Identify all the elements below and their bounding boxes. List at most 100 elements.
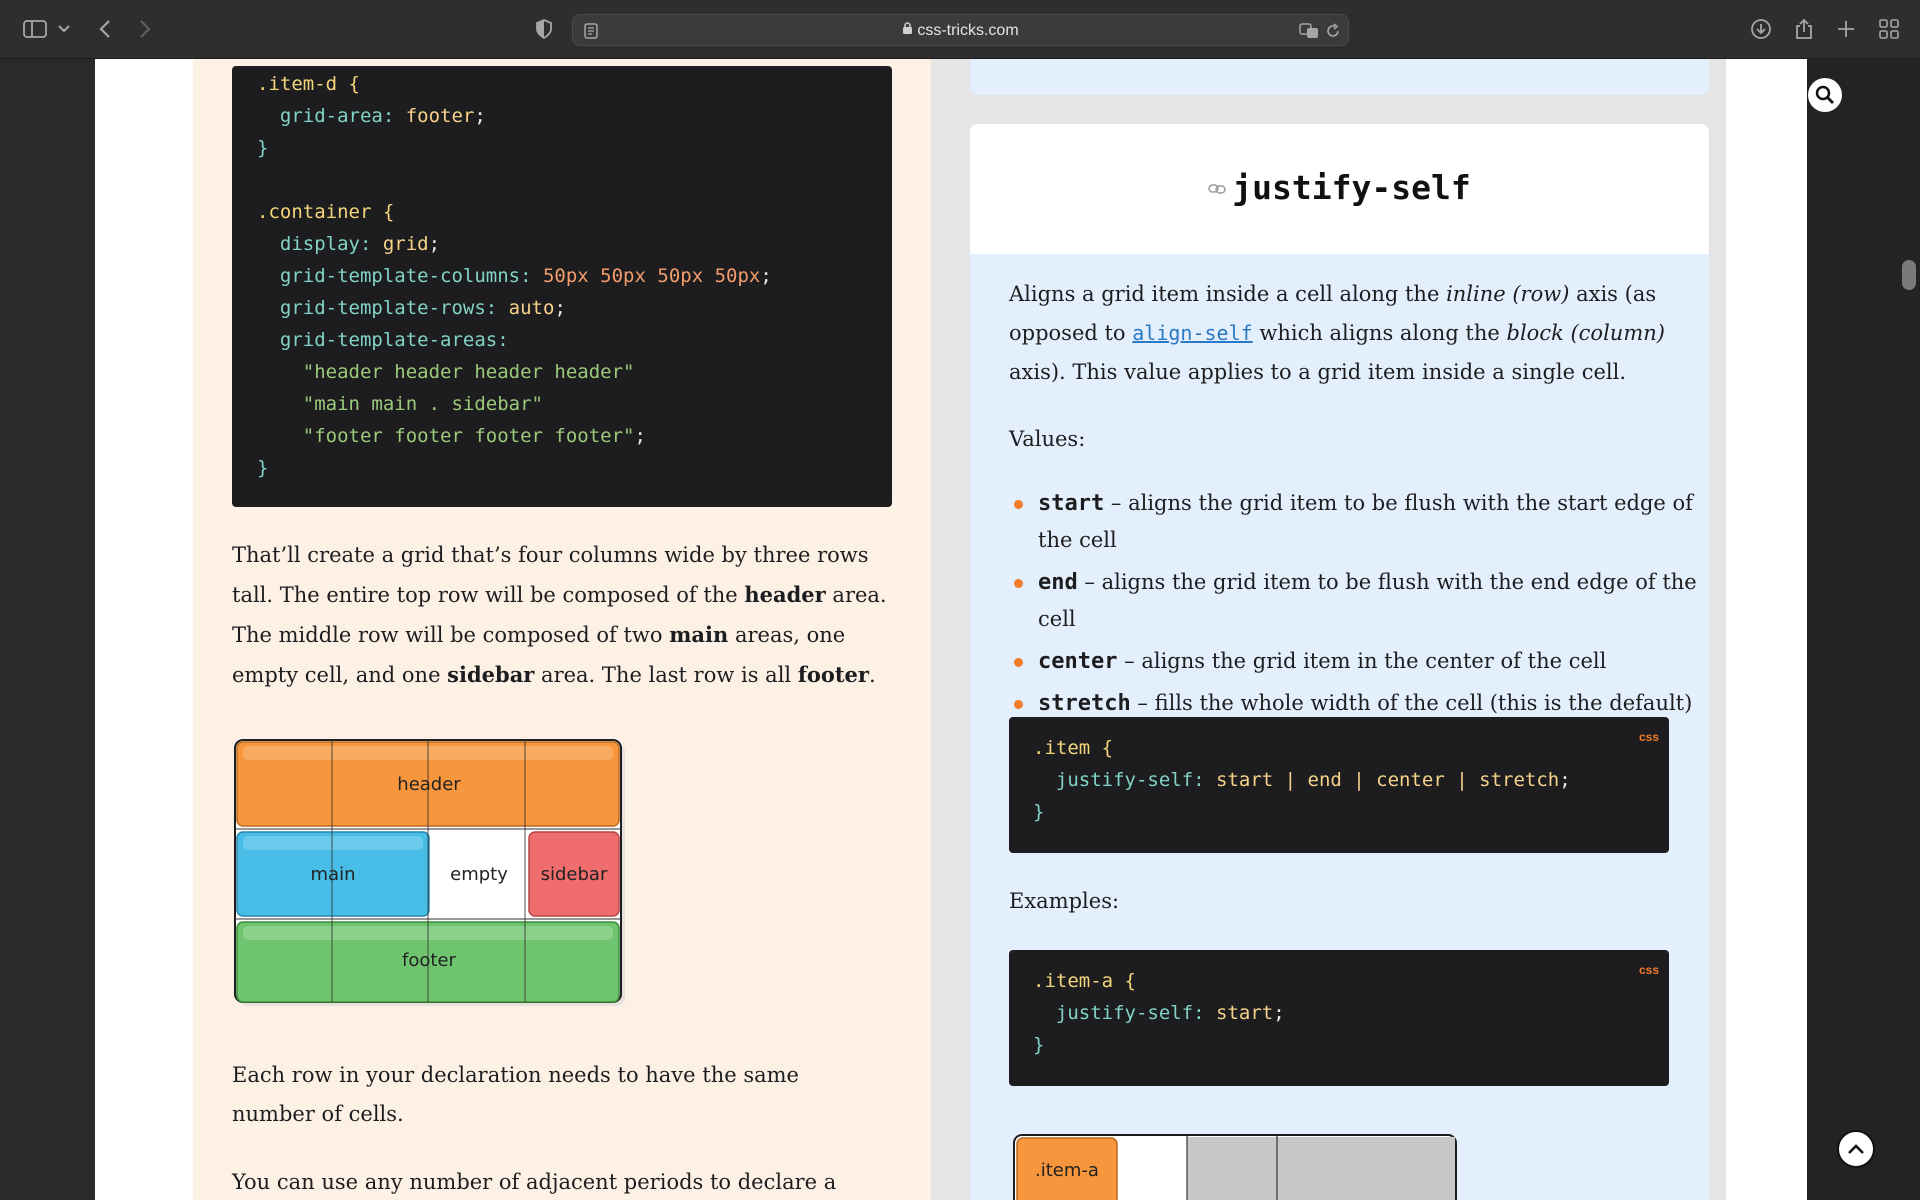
code-token: footer xyxy=(405,105,475,127)
value-description: – fills the whole width of the cell (thi… xyxy=(1130,691,1693,715)
diagram-label-sidebar: sidebar xyxy=(540,864,608,885)
value-description: – aligns the grid item in the center of … xyxy=(1117,649,1607,673)
code-line: display: grid; xyxy=(257,228,892,260)
url-label: css-tricks.com xyxy=(917,22,1019,39)
code-token: "header header header header" xyxy=(257,361,635,383)
code-token: start xyxy=(1216,1002,1274,1024)
text-run: area. The last row is all xyxy=(534,663,798,687)
code-line: "footer footer footer footer"; xyxy=(257,420,892,452)
values-heading: Values: xyxy=(1009,427,1086,451)
card-description: Aligns a grid item inside a cell along t… xyxy=(1009,275,1689,392)
code-token: ; xyxy=(554,297,566,319)
code-token: ; xyxy=(1273,1002,1285,1024)
card-header: justify-self xyxy=(970,124,1709,254)
back-icon[interactable] xyxy=(92,14,118,44)
bold-term: main xyxy=(669,622,729,647)
lock-icon xyxy=(902,22,913,38)
bold-term: footer xyxy=(797,662,869,687)
code-line: "main main . sidebar" xyxy=(257,388,892,420)
code-block-item-a-example: css .item-a { justify-self: start;} xyxy=(1009,950,1669,1086)
search-button[interactable] xyxy=(1808,78,1842,112)
align-self-link[interactable]: align-self xyxy=(1132,321,1252,345)
code-language-tag: css xyxy=(1638,730,1659,744)
tab-overview-icon[interactable] xyxy=(1876,14,1902,44)
code-line: justify-self: start | end | center | str… xyxy=(1033,764,1669,796)
chevron-down-icon[interactable] xyxy=(56,14,72,44)
anchor-link-icon[interactable] xyxy=(1208,180,1227,199)
value-keyword: end xyxy=(1038,570,1078,595)
examples-heading: Examples: xyxy=(1009,889,1120,913)
search-icon xyxy=(1815,85,1834,104)
code-token: "main main . sidebar" xyxy=(257,393,543,415)
article-paragraph-rows: Each row in your declaration needs to ha… xyxy=(232,1063,799,1126)
code-token: grid-template-rows: xyxy=(257,297,509,319)
code-token: .item { xyxy=(1033,737,1114,759)
translate-icon[interactable] xyxy=(1298,21,1320,41)
code-line: .container { xyxy=(257,196,892,228)
code-line: } xyxy=(1033,796,1669,828)
scroll-to-top-button[interactable] xyxy=(1837,1130,1875,1168)
text-run: Aligns a grid item inside a cell along t… xyxy=(1009,282,1447,306)
values-list: start – aligns the grid item to be flush… xyxy=(1010,485,1700,727)
card-title[interactable]: justify-self xyxy=(970,168,1709,207)
code-line: grid-area: footer; xyxy=(257,100,892,132)
code-line: } xyxy=(257,452,892,484)
url-text[interactable]: css-tricks.com xyxy=(573,22,1348,40)
scrollbar-thumb[interactable] xyxy=(1902,260,1916,290)
code-language-tag: css xyxy=(1638,963,1659,977)
code-line: grid-template-rows: auto; xyxy=(257,292,892,324)
grid-areas-diagram: header main empty sidebar footer xyxy=(233,738,625,1006)
code-token: 50px 50px 50px 50px xyxy=(542,265,761,287)
new-tab-icon[interactable] xyxy=(1833,14,1859,44)
article-paragraph-periods: You can use any number of adjacent perio… xyxy=(232,1170,837,1194)
code-block-grid-template-areas: .item-d { grid-area: footer;} .container … xyxy=(232,66,892,507)
address-bar[interactable]: css-tricks.com xyxy=(572,14,1349,46)
code-token: "footer footer footer footer" xyxy=(257,425,635,447)
code-token: } xyxy=(257,457,269,479)
code-token: .item-d { xyxy=(257,73,360,95)
bold-term: header xyxy=(744,582,826,607)
code-line: .item { xyxy=(1033,732,1669,764)
value-item-center: center – aligns the grid item in the cen… xyxy=(1010,643,1700,680)
code-token: grid xyxy=(382,233,429,255)
code-token: auto xyxy=(508,297,555,319)
code-token: .item-a { xyxy=(1033,970,1136,992)
downloads-icon[interactable] xyxy=(1748,14,1774,44)
privacy-shield-icon[interactable] xyxy=(532,14,556,44)
code-line: justify-self: start; xyxy=(1033,997,1669,1029)
code-token: justify-self: xyxy=(1033,1002,1217,1024)
italic-term: inline (row) xyxy=(1446,282,1570,306)
code-token: } xyxy=(1033,1034,1045,1056)
code-token: ; xyxy=(634,425,646,447)
code-token: ; xyxy=(428,233,441,255)
code-token: ; xyxy=(1559,769,1571,791)
italic-term: block (column) xyxy=(1506,321,1665,345)
text-run: axis). This value applies to a grid item… xyxy=(1009,360,1627,384)
diagram-label-header: header xyxy=(397,774,461,795)
chevron-up-icon xyxy=(1848,1144,1864,1154)
code-line: .item-a { xyxy=(1033,965,1669,997)
diagram-label-empty: empty xyxy=(450,864,508,885)
text-run: . xyxy=(869,663,876,687)
diagram-label-footer: footer xyxy=(402,950,456,971)
code-token: grid-template-columns: xyxy=(257,265,543,287)
code-token: justify-self: xyxy=(1033,769,1217,791)
previous-card-bottom xyxy=(970,59,1709,95)
forward-icon[interactable] xyxy=(132,14,158,44)
value-description: – aligns the grid item to be flush with … xyxy=(1038,491,1693,552)
value-item-end: end – aligns the grid item to be flush w… xyxy=(1010,564,1700,638)
code-line: .item-d { xyxy=(257,68,892,100)
reload-icon[interactable] xyxy=(1323,21,1343,41)
share-icon[interactable] xyxy=(1791,14,1817,44)
code-token: start | end | center | stretch xyxy=(1216,769,1560,791)
code-token: ; xyxy=(760,265,772,287)
code-block-justify-self-syntax: css .item { justify-self: start | end | … xyxy=(1009,717,1669,853)
code-line: } xyxy=(1033,1029,1669,1061)
code-line: } xyxy=(257,132,892,164)
code-token: ; xyxy=(474,105,486,127)
sidebar-toggle-icon[interactable] xyxy=(20,14,50,44)
code-token: display: xyxy=(257,233,383,255)
item-a-example-diagram: .item-a xyxy=(1013,1134,1457,1200)
value-keyword: start xyxy=(1038,491,1105,516)
